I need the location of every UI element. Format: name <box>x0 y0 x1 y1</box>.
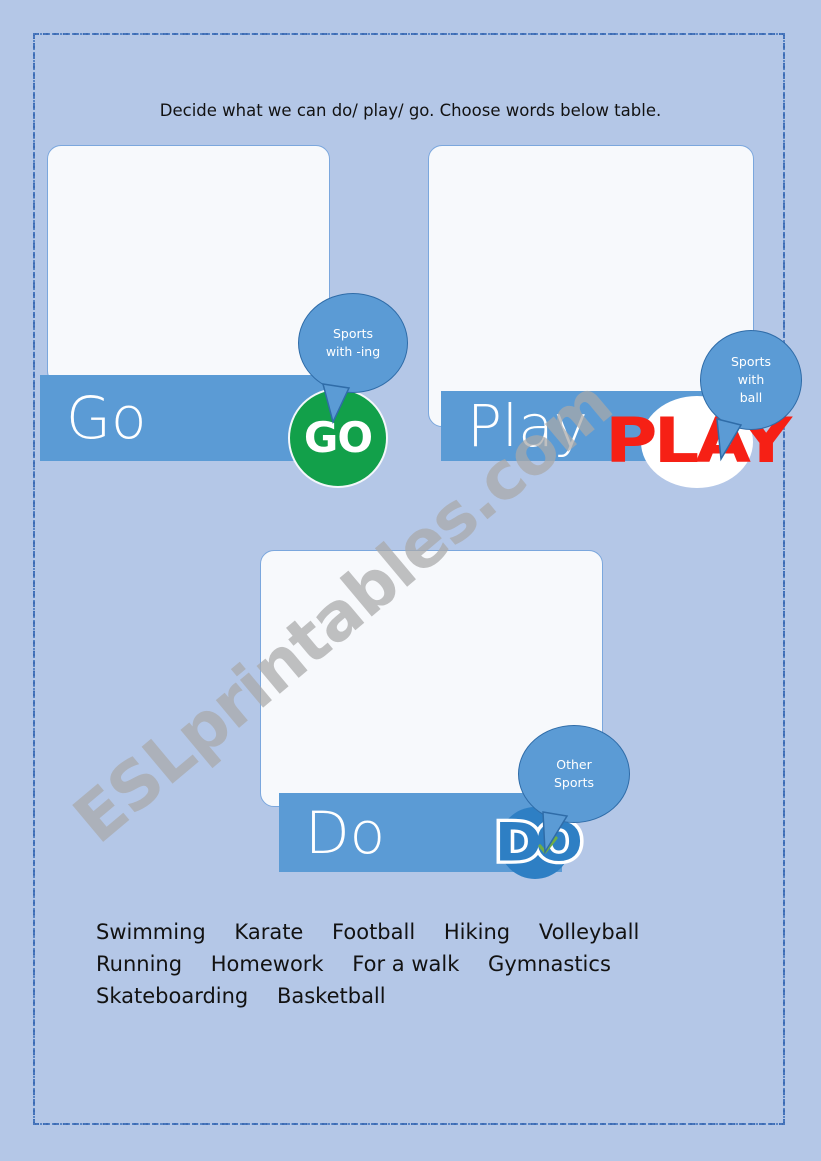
hint-bubble-do-line-2: Sports <box>553 775 595 790</box>
hint-bubble-go: Sports with -ing <box>298 293 408 425</box>
worksheet-page: ESLprintables.com Decide what we can do/… <box>0 0 821 1161</box>
category-label-bar-go: Go <box>40 375 330 461</box>
word-item[interactable]: For a walk <box>352 952 459 976</box>
word-item[interactable]: Gymnastics <box>488 952 611 976</box>
word-item[interactable]: Football <box>332 920 415 944</box>
hint-bubble-go-line-1: Sports <box>332 326 374 342</box>
bubble-tail-icon <box>716 418 743 462</box>
category-group-do: Do Other Sports DO <box>255 545 645 890</box>
hint-bubble-play: Sports with ball <box>700 330 802 462</box>
word-item[interactable]: Karate <box>234 920 303 944</box>
word-item[interactable]: Basketball <box>277 984 386 1008</box>
word-item[interactable]: Volleyball <box>539 920 639 944</box>
word-bank-row: Swimming Karate Football Hiking Volleyba… <box>96 920 716 944</box>
hint-bubble-play-line-2: with <box>737 372 765 388</box>
category-group-go: Go Sports with -ing GO <box>40 143 410 488</box>
hint-bubble-go-line-2: with -ing <box>325 344 381 359</box>
word-item[interactable]: Skateboarding <box>96 984 248 1008</box>
instruction-text: Decide what we can do/ play/ go. Choose … <box>159 101 662 120</box>
hint-bubble-do-line-1: Other <box>556 757 592 773</box>
hint-bubble-play-line-3: ball <box>739 389 763 405</box>
hint-bubble-play-line-1: Sports <box>730 354 772 370</box>
word-item[interactable]: Swimming <box>96 920 206 944</box>
word-item[interactable]: Running <box>96 952 182 976</box>
category-label-play: Play <box>467 392 588 460</box>
word-bank-row: Skateboarding Basketball <box>96 984 716 1008</box>
category-label-do: Do <box>305 798 386 867</box>
word-bank: Swimming Karate Football Hiking Volleyba… <box>96 920 716 1016</box>
category-label-go: Go <box>66 384 147 452</box>
word-item[interactable]: Hiking <box>444 920 510 944</box>
bubble-tail-icon <box>321 383 351 425</box>
answer-box-go[interactable] <box>47 145 330 385</box>
word-item[interactable]: Homework <box>211 952 324 976</box>
category-group-play: Play Sports with ball PLAY <box>428 143 808 488</box>
word-bank-row: Running Homework For a walk Gymnastics <box>96 952 716 976</box>
bubble-tail-icon <box>542 811 569 855</box>
hint-bubble-do: Other Sports <box>518 725 630 855</box>
